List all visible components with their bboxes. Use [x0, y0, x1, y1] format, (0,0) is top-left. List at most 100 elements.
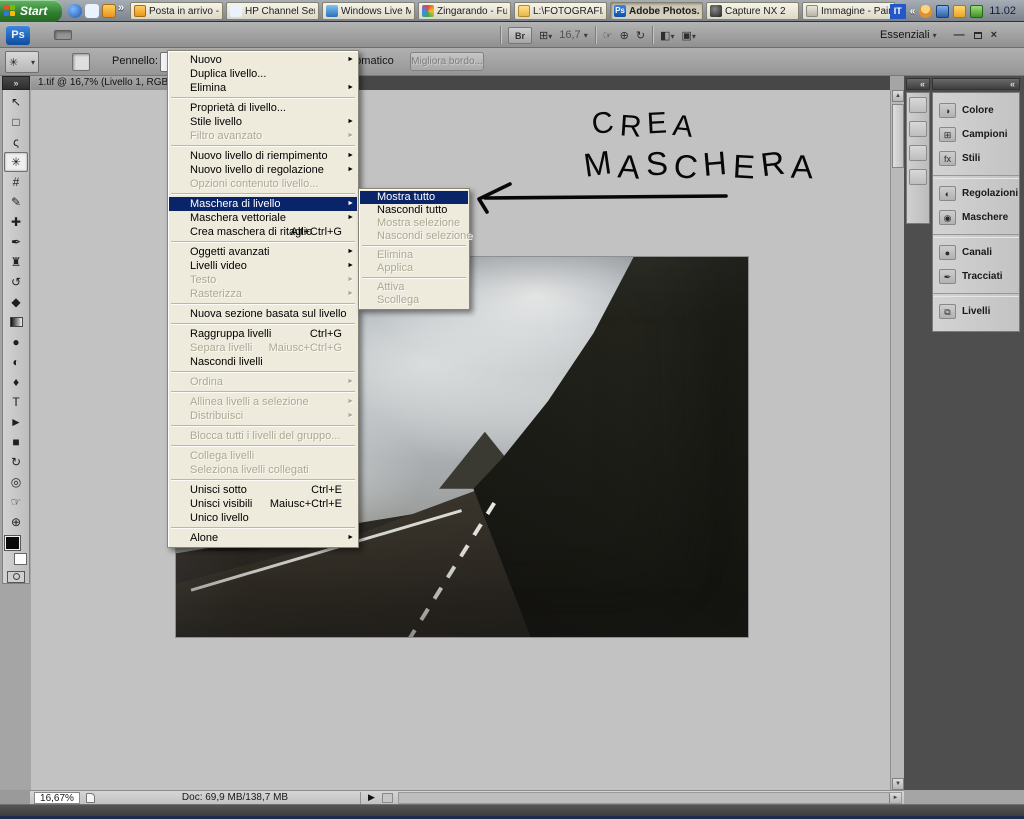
quick-launch-more-icon[interactable]: »: [118, 2, 124, 14]
close-button[interactable]: ×: [991, 29, 997, 41]
menu-item[interactable]: ►: [171, 479, 355, 481]
panel-canali[interactable]: ● Canali: [939, 240, 1019, 264]
menu-item[interactable]: ►: [171, 97, 355, 99]
status-options-icon[interactable]: ▶: [368, 792, 375, 803]
menubar-item[interactable]: [162, 30, 180, 40]
scroll-up-icon[interactable]: ▲: [892, 90, 904, 102]
menu-item[interactable]: Alt+Ctrl+G Crea maschera di ritaglio ►: [169, 225, 357, 239]
panel-maschere[interactable]: ◉ Maschere: [939, 205, 1019, 229]
clone-source-panel-icon[interactable]: [909, 169, 927, 185]
taskbar-button[interactable]: Capture NX 2: [706, 2, 799, 20]
selection-mode-button[interactable]: [52, 53, 70, 71]
blur-tool[interactable]: ●: [4, 332, 28, 352]
screen-mode-icon[interactable]: ▣▾: [681, 29, 695, 42]
submenu-item[interactable]: Nascondi selezione ►: [360, 230, 468, 243]
menubar-item[interactable]: [108, 30, 126, 40]
menubar-item[interactable]: [90, 30, 108, 40]
menu-item[interactable]: ►: [171, 445, 355, 447]
quick-mask-button[interactable]: [7, 571, 25, 583]
taskbar-button[interactable]: HP Channel Ser...: [226, 2, 319, 20]
panel-tracciati[interactable]: ✒ Tracciati: [939, 264, 1019, 288]
taskbar-button[interactable]: L:\FOTOGRAFIA...: [514, 2, 607, 20]
hand-tool[interactable]: ☞: [4, 492, 28, 512]
menu-item[interactable]: Proprietà di livello... ►: [169, 101, 357, 115]
menu-item[interactable]: ►: [171, 303, 355, 305]
menubar-item[interactable]: [144, 30, 162, 40]
menu-item[interactable]: ►: [171, 527, 355, 529]
panel-campioni[interactable]: ⊞ Campioni: [939, 122, 1019, 146]
workspace-switcher[interactable]: Essenziali ▾: [880, 29, 937, 41]
minimize-button[interactable]: —: [954, 29, 965, 41]
taskbar-button[interactable]: Ps Adobe Photos...: [610, 2, 703, 20]
submenu-item[interactable]: Mostra selezione ►: [360, 217, 468, 230]
clone-stamp-tool[interactable]: ♜: [4, 252, 28, 272]
start-button[interactable]: Start: [0, 0, 62, 22]
menu-item[interactable]: Allinea livelli a selezione ►: [169, 395, 357, 409]
history-brush-tool[interactable]: ↺: [4, 272, 28, 292]
menu-item[interactable]: Livelli video ►: [169, 259, 357, 273]
marquee-tool[interactable]: □: [4, 112, 28, 132]
eraser-tool[interactable]: ◆: [4, 292, 28, 312]
type-tool[interactable]: T: [4, 392, 28, 412]
submenu-item[interactable]: Mostra tutto ►: [360, 191, 468, 204]
submenu-item[interactable]: Scollega ►: [360, 294, 468, 307]
menu-item[interactable]: Ordina ►: [169, 375, 357, 389]
user-accounts-icon[interactable]: [919, 5, 932, 18]
orbit-3d-tool[interactable]: ◎: [4, 472, 28, 492]
toolbar-grip[interactable]: »: [2, 76, 30, 90]
menu-item[interactable]: Seleziona livelli collegati ►: [169, 463, 357, 477]
menu-item[interactable]: Nuovo livello di riempimento ►: [169, 149, 357, 163]
vertical-scrollbar[interactable]: ▲ ▼: [890, 90, 904, 790]
background-color-chip[interactable]: [14, 553, 27, 565]
menubar-item[interactable]: [126, 30, 144, 40]
tray-collapse-icon[interactable]: «: [910, 6, 916, 17]
submenu-item[interactable]: Elimina ►: [360, 249, 468, 262]
menu-item[interactable]: ►: [171, 241, 355, 243]
eyedropper-tool[interactable]: ✎: [4, 192, 28, 212]
menu-item[interactable]: ►: [171, 391, 355, 393]
submenu-item[interactable]: Nascondi tutto ►: [360, 204, 468, 217]
quick-selection-tool[interactable]: ✳: [4, 152, 28, 172]
menu-item[interactable]: Maschera di livello ►: [169, 197, 357, 211]
actions-panel-icon[interactable]: [909, 121, 927, 137]
dock-collapse-wide[interactable]: «: [932, 78, 1020, 90]
restore-button[interactable]: [974, 29, 982, 41]
menu-item[interactable]: Nuovo ►: [169, 53, 357, 67]
menu-item[interactable]: Ctrl+E Unisci sotto ►: [169, 483, 357, 497]
scheduler-icon[interactable]: [953, 5, 966, 18]
dodge-tool[interactable]: ◐: [4, 352, 28, 372]
lasso-tool[interactable]: ς: [4, 132, 28, 152]
menubar-item[interactable]: [180, 30, 198, 40]
menu-item[interactable]: Filtro avanzato ►: [169, 129, 357, 143]
zoom-tool[interactable]: ⊕: [4, 512, 28, 532]
rotate-view-icon[interactable]: ↻: [636, 29, 645, 42]
menu-item[interactable]: ►: [171, 193, 355, 195]
document-size-info[interactable]: Doc: 69,9 MB/138,7 MB: [120, 792, 350, 804]
display-icon[interactable]: [936, 5, 949, 18]
arrange-documents-icon[interactable]: ◧▾: [660, 29, 674, 42]
menubar-item[interactable]: [72, 30, 90, 40]
menu-item[interactable]: Distribuisci ►: [169, 409, 357, 423]
menu-item[interactable]: Elimina ►: [169, 81, 357, 95]
mail-icon[interactable]: [102, 4, 116, 18]
crop-tool[interactable]: #: [4, 172, 28, 192]
menu-item[interactable]: Nuovo livello di regolazione ►: [169, 163, 357, 177]
menu-item[interactable]: Duplica livello... ►: [169, 67, 357, 81]
network-icon[interactable]: [970, 5, 983, 18]
status-mini-box[interactable]: [382, 793, 393, 803]
taskbar-button[interactable]: Windows Live M...: [322, 2, 415, 20]
path-selection-tool[interactable]: ►: [4, 412, 28, 432]
menu-item[interactable]: Maiusc+Ctrl+G Separa livelli ►: [169, 341, 357, 355]
healing-brush-tool[interactable]: ✚: [4, 212, 28, 232]
menu-item[interactable]: Maschera vettoriale ►: [169, 211, 357, 225]
menu-item[interactable]: Stile livello ►: [169, 115, 357, 129]
menubar-item[interactable]: [54, 30, 72, 40]
horizontal-scrollbar[interactable]: ►: [398, 792, 902, 804]
menu-item[interactable]: Rasterizza ►: [169, 287, 357, 301]
panel-livelli[interactable]: ⧉ Livelli: [939, 299, 1019, 323]
menu-item[interactable]: Testo ►: [169, 273, 357, 287]
zoom-percentage-field[interactable]: 16,67%: [34, 792, 80, 804]
tool-preset-picker[interactable]: ✳ ▾: [5, 51, 39, 73]
taskbar-button[interactable]: Immagine - Paint: [802, 2, 895, 20]
hand-tool-icon[interactable]: ☞: [603, 29, 613, 42]
